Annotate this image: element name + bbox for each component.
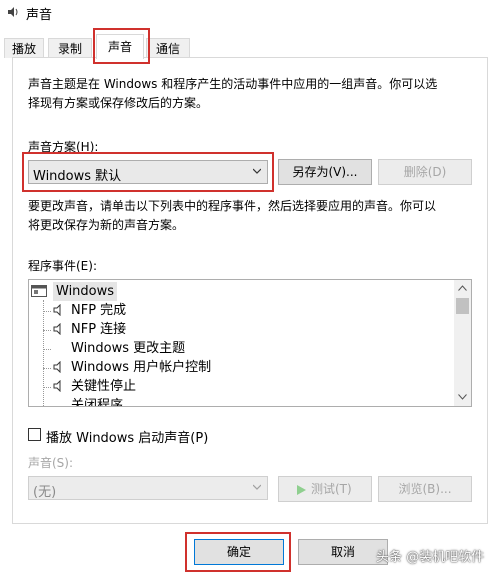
ok-button[interactable]: 确定 — [194, 539, 284, 565]
program-events-list[interactable]: Windows NFP 完成 NFP 连接 Windows 更改主题 Windo… — [28, 279, 472, 407]
tree-line — [43, 368, 51, 369]
speaker-icon — [53, 361, 61, 373]
test-button[interactable]: 测试(T) — [278, 476, 372, 502]
scrollbar-thumb[interactable] — [456, 298, 469, 314]
tree-line — [43, 387, 51, 388]
list-item-label: NFP 连接 — [71, 322, 127, 337]
change-text-line-2: 将更改保存为新的声音方案。 — [28, 218, 185, 232]
cancel-button[interactable]: 取消 — [298, 539, 388, 565]
list-item-label: 关键性停止 — [71, 379, 137, 394]
watermark: 头条 @装机吧软件 — [376, 550, 485, 565]
windows-folder-icon — [31, 285, 47, 297]
speaker-icon — [53, 380, 61, 392]
sound-label: 声音(S): — [28, 456, 74, 470]
sound-select[interactable]: (无) — [28, 476, 268, 500]
title-bar: 声音 — [0, 0, 500, 26]
events-label: 程序事件(E): — [28, 259, 97, 273]
list-item-root-label: Windows — [53, 282, 118, 301]
scheme-select[interactable]: Windows 默认 — [28, 160, 268, 184]
tree-line — [43, 300, 44, 406]
tab-strip: 播放 录制 声音 通信 — [0, 34, 500, 59]
tab-sounds[interactable]: 声音 — [96, 34, 144, 59]
browse-button[interactable]: 浏览(B)... — [378, 476, 472, 502]
intro-text-line-2: 择现有方案或保存修改后的方案。 — [28, 96, 209, 110]
delete-button[interactable]: 删除(D) — [378, 159, 472, 185]
tab-recording[interactable]: 录制 — [48, 38, 92, 58]
chevron-down-icon[interactable] — [458, 394, 467, 400]
list-item-label: Windows 用户帐户控制 — [71, 360, 212, 375]
speaker-icon — [53, 323, 61, 335]
scheme-selected-value: Windows 默认 — [33, 169, 122, 184]
chevron-up-icon[interactable] — [458, 285, 467, 291]
events-scrollbar[interactable] — [454, 280, 471, 406]
chevron-down-icon — [253, 484, 261, 490]
sound-selected-value: (无) — [33, 485, 57, 500]
startup-sound-label[interactable]: 播放 Windows 启动声音(P) — [46, 427, 208, 446]
startup-sound-checkbox[interactable] — [28, 428, 41, 441]
tree-line — [43, 349, 51, 350]
speaker-icon — [8, 7, 18, 17]
play-icon — [297, 485, 306, 495]
tree-line — [43, 330, 51, 331]
list-item-label: Windows 更改主题 — [71, 341, 186, 356]
test-button-label: 测试(T) — [311, 482, 352, 496]
tab-playback[interactable]: 播放 — [4, 38, 44, 58]
window-title: 声音 — [26, 8, 53, 23]
save-as-button[interactable]: 另存为(V)... — [278, 159, 372, 185]
intro-text-line-1: 声音主题是在 Windows 和程序产生的活动事件中应用的一组声音。你可以选 — [28, 77, 438, 91]
scheme-label: 声音方案(H): — [28, 140, 99, 154]
tab-communications[interactable]: 通信 — [146, 38, 190, 58]
change-text-line-1: 要更改声音，请单击以下列表中的程序事件，然后选择要应用的声音。你可以 — [28, 199, 437, 213]
tree-line — [43, 311, 51, 312]
list-item-label: NFP 完成 — [71, 303, 127, 318]
list-item-label: 关闭程序 — [71, 398, 124, 407]
chevron-down-icon — [253, 168, 261, 174]
speaker-icon — [53, 304, 61, 316]
